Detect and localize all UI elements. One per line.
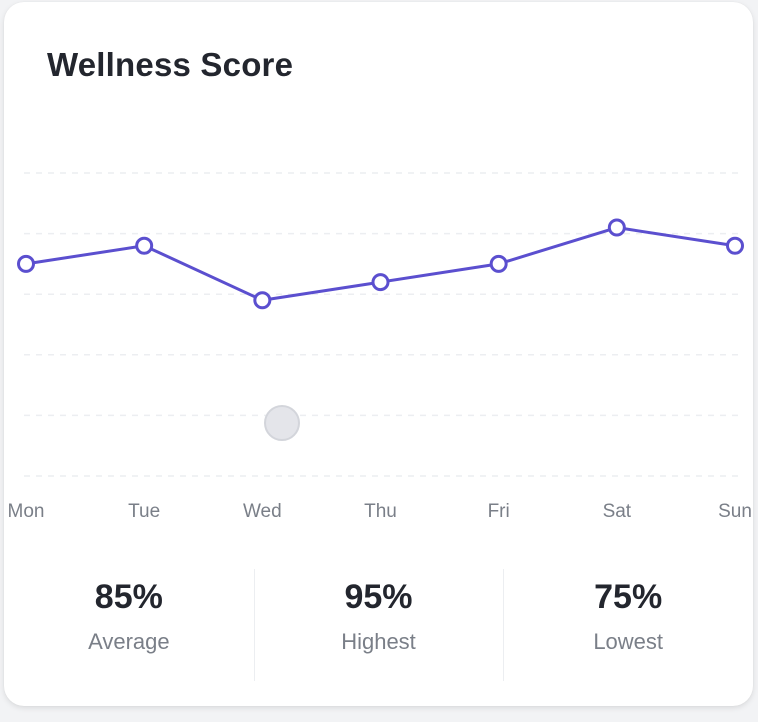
- stat-highest-label: Highest: [341, 629, 416, 654]
- data-point-sun[interactable]: [726, 236, 744, 255]
- data-point-mon[interactable]: [17, 254, 35, 273]
- chart-grid: [24, 172, 739, 477]
- stat-average: 85% Average: [4, 567, 254, 687]
- data-point-wed[interactable]: [253, 291, 272, 310]
- x-tick-label-sat: Sat: [603, 501, 632, 522]
- x-tick-label-sun: Sun: [718, 501, 752, 522]
- stat-average-label: Average: [88, 629, 170, 654]
- stat-lowest-value: 75%: [594, 578, 663, 616]
- data-point-thu[interactable]: [371, 273, 390, 292]
- stat-lowest-label: Lowest: [593, 629, 664, 654]
- data-point-sat[interactable]: [607, 218, 626, 237]
- x-tick-label-wed: Wed: [243, 501, 282, 522]
- x-tick-label-fri: Fri: [488, 501, 510, 522]
- x-tick-label-tue: Tue: [128, 501, 160, 522]
- wellness-line-chart[interactable]: Mon Tue Wed Thu Fri Sat Sun: [4, 2, 753, 542]
- hover-indicator: [264, 405, 300, 441]
- x-tick-label-thu: Thu: [364, 501, 397, 522]
- stat-lowest: 75% Lowest: [503, 567, 753, 687]
- wellness-score-card: Wellness Score Mon Tue Wed Thu Fri Sat Sun 85%…: [4, 2, 753, 706]
- data-point-fri[interactable]: [489, 254, 508, 273]
- stats-row: 85% Average 95% Highest 75% Lowest: [4, 567, 753, 687]
- data-point-tue[interactable]: [135, 236, 154, 255]
- x-tick-label-mon: Mon: [8, 501, 45, 522]
- stat-highest-value: 95%: [344, 578, 413, 616]
- stat-average-value: 85%: [94, 578, 163, 616]
- stat-highest: 95% Highest: [253, 567, 504, 687]
